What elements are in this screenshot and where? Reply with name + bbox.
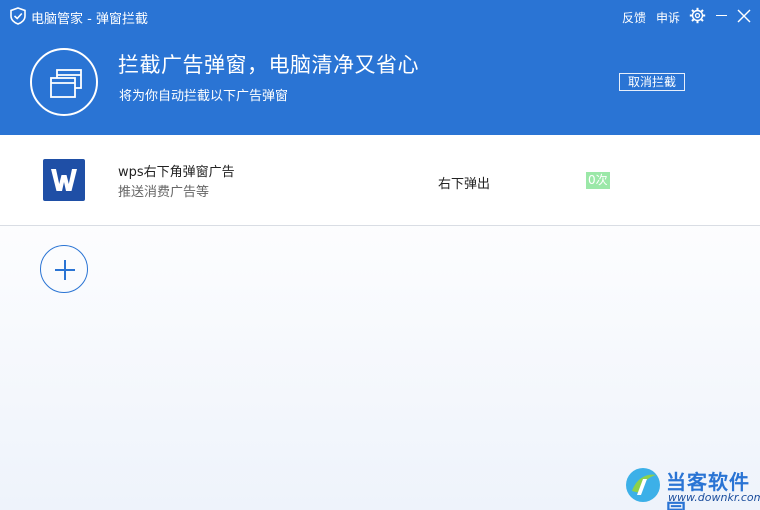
plus-icon [55,260,75,280]
gear-icon[interactable] [689,7,706,24]
rule-name: wps右下角弹窗广告 [118,165,235,180]
banner-subtitle: 将为你自动拦截以下广告弹窗 [119,89,289,104]
list-item: wps右下角弹窗广告 推送消费广告等 右下弹出 0次 [0,135,760,226]
rules-list: wps右下角弹窗广告 推送消费广告等 右下弹出 0次 [0,135,760,510]
watermark-url: www.downkr.com [668,491,760,504]
window-title: 电脑管家 - 弹窗拦截 [31,12,148,27]
block-count-badge: 0次 [586,172,610,189]
popup-window-icon [30,48,98,116]
appeal-link[interactable]: 申诉 [656,9,680,26]
minimize-icon[interactable] [716,15,727,16]
shield-icon [10,7,26,25]
cancel-block-button[interactable]: 取消拦截 [619,73,685,91]
watermark: 当客软件园 www.downkr.com [622,465,760,510]
banner: 拦截广告弹窗，电脑清净又省心 将为你自动拦截以下广告弹窗 取消拦截 [0,32,760,135]
title-bar: 电脑管家 - 弹窗拦截 反馈 申诉 [0,0,760,32]
banner-title: 拦截广告弹窗，电脑清净又省心 [118,53,419,77]
feedback-link[interactable]: 反馈 [622,9,646,26]
close-icon[interactable] [737,9,751,23]
rule-description: 推送消费广告等 [118,185,210,200]
watermark-logo-icon [626,468,660,502]
rule-position: 右下弹出 [438,177,491,192]
wps-logo-icon [43,159,85,201]
add-rule-button[interactable] [40,245,88,293]
